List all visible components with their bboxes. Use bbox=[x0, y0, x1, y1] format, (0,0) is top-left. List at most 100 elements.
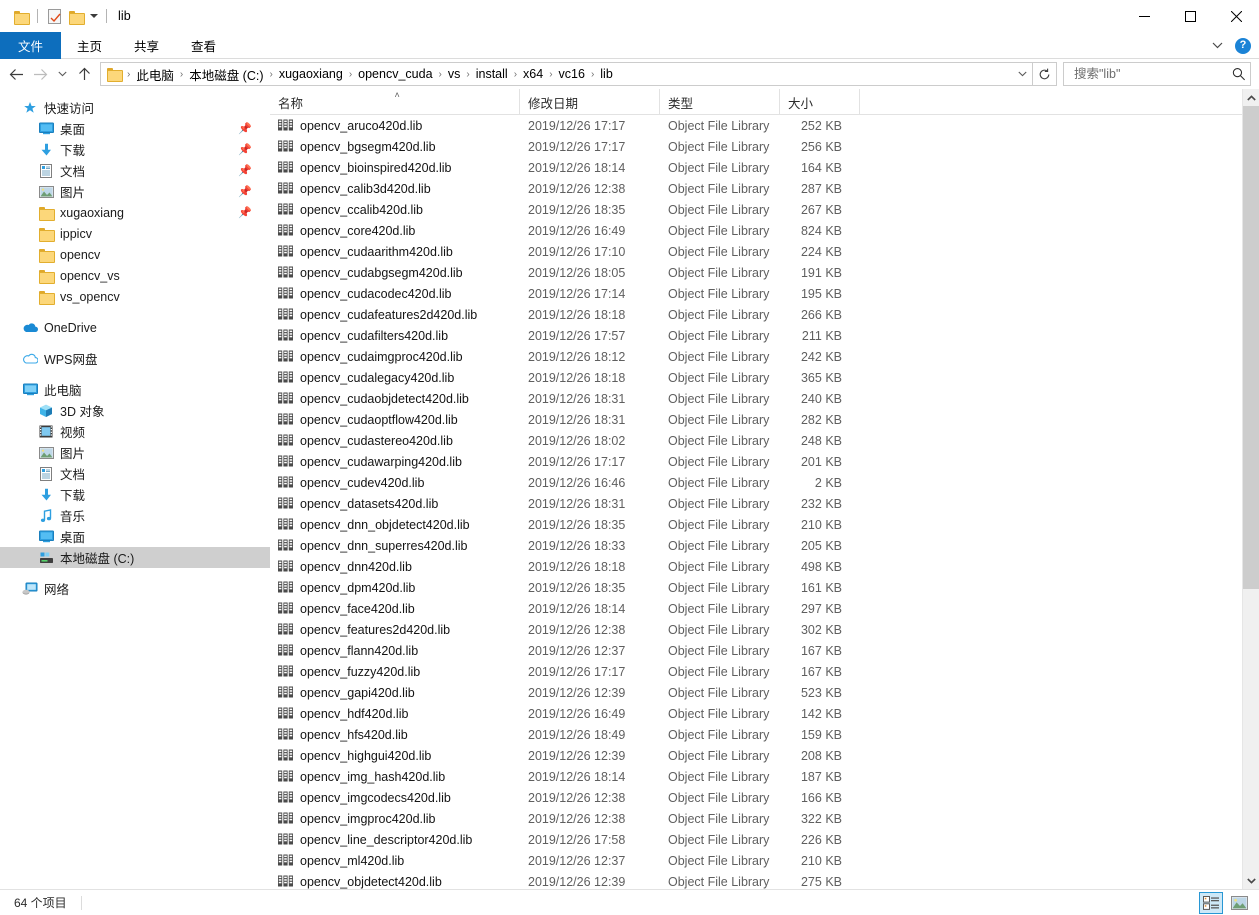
table-row[interactable]: opencv_face420d.lib 2019/12/26 18:14 Objec… bbox=[270, 598, 1259, 619]
table-row[interactable]: opencv_img_hash420d.lib 2019/12/26 18:14 O… bbox=[270, 766, 1259, 787]
minimize-button[interactable] bbox=[1121, 0, 1167, 32]
file-name-cell[interactable]: opencv_ccalib420d.lib bbox=[270, 202, 520, 218]
vertical-scrollbar[interactable] bbox=[1242, 89, 1259, 889]
sidebar-item-documents[interactable]: 文档 📌 bbox=[0, 160, 270, 181]
pin-icon[interactable]: 📌 bbox=[238, 143, 252, 156]
file-name-cell[interactable]: opencv_face420d.lib bbox=[270, 601, 520, 617]
forward-button[interactable] bbox=[28, 62, 52, 86]
file-name-cell[interactable]: opencv_calib3d420d.lib bbox=[270, 181, 520, 197]
table-row[interactable]: opencv_cudaimgproc420d.lib 2019/12/26 18:… bbox=[270, 346, 1259, 367]
file-name-cell[interactable]: opencv_imgcodecs420d.lib bbox=[270, 790, 520, 806]
breadcrumb-item-5[interactable]: install bbox=[472, 67, 512, 81]
column-header-type[interactable]: 类型 bbox=[660, 89, 780, 115]
address-dropdown-button[interactable] bbox=[1012, 63, 1032, 85]
close-button[interactable] bbox=[1213, 0, 1259, 32]
file-name-cell[interactable]: opencv_cudafilters420d.lib bbox=[270, 328, 520, 344]
table-row[interactable]: opencv_cudaarithm420d.lib 2019/12/26 17:1… bbox=[270, 241, 1259, 262]
sidebar-item-xugaoxiang[interactable]: xugaoxiang 📌 bbox=[0, 202, 270, 223]
sidebar-item-onedrive[interactable]: OneDrive bbox=[0, 317, 270, 338]
breadcrumb-item-4[interactable]: vs bbox=[444, 67, 465, 81]
breadcrumb-item-0[interactable]: 此电脑 bbox=[132, 65, 178, 84]
sidebar-item-opencv[interactable]: opencv bbox=[0, 244, 270, 265]
help-icon[interactable]: ? bbox=[1235, 37, 1251, 54]
file-name-cell[interactable]: opencv_hfs420d.lib bbox=[270, 727, 520, 743]
file-rows-container[interactable]: opencv_aruco420d.lib 2019/12/26 17:17 Obje… bbox=[270, 115, 1259, 889]
sidebar-item-desktop[interactable]: 桌面 📌 bbox=[0, 118, 270, 139]
table-row[interactable]: opencv_imgproc420d.lib 2019/12/26 12:38 Ob… bbox=[270, 808, 1259, 829]
qat-open-folder-button[interactable] bbox=[10, 5, 32, 27]
sidebar-item-downloads-pc[interactable]: 下载 bbox=[0, 484, 270, 505]
file-name-cell[interactable]: opencv_cudastereo420d.lib bbox=[270, 433, 520, 449]
sidebar-item-music[interactable]: 音乐 bbox=[0, 505, 270, 526]
qat-customize-dropdown[interactable] bbox=[87, 5, 101, 27]
file-name-cell[interactable]: opencv_fuzzy420d.lib bbox=[270, 664, 520, 680]
table-row[interactable]: opencv_cudabgsegm420d.lib 2019/12/26 18:0… bbox=[270, 262, 1259, 283]
file-name-cell[interactable]: opencv_cudafeatures2d420d.lib bbox=[270, 307, 520, 323]
sidebar-item-desktop-pc[interactable]: 桌面 bbox=[0, 526, 270, 547]
file-name-cell[interactable]: opencv_dnn_superres420d.lib bbox=[270, 538, 520, 554]
column-header-size[interactable]: 大小 bbox=[780, 89, 860, 115]
file-name-cell[interactable]: opencv_ml420d.lib bbox=[270, 853, 520, 869]
sidebar-item-pictures[interactable]: 图片 📌 bbox=[0, 181, 270, 202]
table-row[interactable]: opencv_cudafeatures2d420d.lib 2019/12/26 … bbox=[270, 304, 1259, 325]
large-icons-view-button[interactable] bbox=[1227, 892, 1251, 914]
table-row[interactable]: opencv_cudaoptflow420d.lib 2019/12/26 18:… bbox=[270, 409, 1259, 430]
table-row[interactable]: opencv_cudaobjdetect420d.lib 2019/12/26 1… bbox=[270, 388, 1259, 409]
table-row[interactable]: opencv_fuzzy420d.lib 2019/12/26 17:17 Obje… bbox=[270, 661, 1259, 682]
search-input[interactable] bbox=[1072, 66, 1233, 82]
file-name-cell[interactable]: opencv_features2d420d.lib bbox=[270, 622, 520, 638]
file-name-cell[interactable]: opencv_objdetect420d.lib bbox=[270, 874, 520, 890]
pin-icon[interactable]: 📌 bbox=[238, 164, 252, 177]
address-bar[interactable]: › 此电脑 › 本地磁盘 (C:) › xugaoxiang › opencv_… bbox=[100, 62, 1033, 86]
file-name-cell[interactable]: opencv_gapi420d.lib bbox=[270, 685, 520, 701]
sidebar-item-documents-pc[interactable]: 文档 bbox=[0, 463, 270, 484]
table-row[interactable]: opencv_cudacodec420d.lib 2019/12/26 17:14… bbox=[270, 283, 1259, 304]
table-row[interactable]: opencv_hfs420d.lib 2019/12/26 18:49 Object… bbox=[270, 724, 1259, 745]
tab-home[interactable]: 主页 bbox=[61, 32, 118, 59]
file-name-cell[interactable]: opencv_img_hash420d.lib bbox=[270, 769, 520, 785]
scroll-up-button[interactable] bbox=[1243, 89, 1259, 106]
table-row[interactable]: opencv_aruco420d.lib 2019/12/26 17:17 Obje… bbox=[270, 115, 1259, 136]
table-row[interactable]: opencv_gapi420d.lib 2019/12/26 12:39 Objec… bbox=[270, 682, 1259, 703]
table-row[interactable]: opencv_cudev420d.lib 2019/12/26 16:46 Obje… bbox=[270, 472, 1259, 493]
file-name-cell[interactable]: opencv_cudev420d.lib bbox=[270, 475, 520, 491]
back-button[interactable] bbox=[4, 62, 28, 86]
file-name-cell[interactable]: opencv_cudaobjdetect420d.lib bbox=[270, 391, 520, 407]
table-row[interactable]: opencv_cudastereo420d.lib 2019/12/26 18:0… bbox=[270, 430, 1259, 451]
file-name-cell[interactable]: opencv_aruco420d.lib bbox=[270, 118, 520, 134]
table-row[interactable]: opencv_dnn_superres420d.lib 2019/12/26 18… bbox=[270, 535, 1259, 556]
sidebar-item-downloads[interactable]: 下载 📌 bbox=[0, 139, 270, 160]
column-header-date-modified[interactable]: 修改日期 bbox=[520, 89, 660, 115]
file-name-cell[interactable]: opencv_dpm420d.lib bbox=[270, 580, 520, 596]
details-view-button[interactable] bbox=[1199, 892, 1223, 914]
file-name-cell[interactable]: opencv_cudabgsegm420d.lib bbox=[270, 265, 520, 281]
tab-view[interactable]: 查看 bbox=[175, 32, 232, 59]
table-row[interactable]: opencv_datasets420d.lib 2019/12/26 18:31 O… bbox=[270, 493, 1259, 514]
file-name-cell[interactable]: opencv_datasets420d.lib bbox=[270, 496, 520, 512]
file-name-cell[interactable]: opencv_core420d.lib bbox=[270, 223, 520, 239]
sidebar-item-3d-objects[interactable]: 3D 对象 bbox=[0, 400, 270, 421]
scrollbar-track[interactable] bbox=[1243, 106, 1259, 872]
table-row[interactable]: opencv_ml420d.lib 2019/12/26 12:37 Object … bbox=[270, 850, 1259, 871]
sidebar-item-wps-cloud[interactable]: WPS网盘 bbox=[0, 348, 270, 369]
table-row[interactable]: opencv_line_descriptor420d.lib 2019/12/26… bbox=[270, 829, 1259, 850]
sidebar-item-videos[interactable]: 视频 bbox=[0, 421, 270, 442]
table-row[interactable]: opencv_cudalegacy420d.lib 2019/12/26 18:1… bbox=[270, 367, 1259, 388]
breadcrumb-item-8[interactable]: lib bbox=[596, 67, 617, 81]
file-name-cell[interactable]: opencv_hdf420d.lib bbox=[270, 706, 520, 722]
table-row[interactable]: opencv_hdf420d.lib 2019/12/26 16:49 Object… bbox=[270, 703, 1259, 724]
sidebar-item-ippicv[interactable]: ippicv bbox=[0, 223, 270, 244]
table-row[interactable]: opencv_highgui420d.lib 2019/12/26 12:39 Ob… bbox=[270, 745, 1259, 766]
recent-locations-button[interactable] bbox=[52, 62, 72, 86]
table-row[interactable]: opencv_dnn_objdetect420d.lib 2019/12/26 1… bbox=[270, 514, 1259, 535]
pin-icon[interactable]: 📌 bbox=[238, 185, 252, 198]
up-button[interactable] bbox=[72, 62, 96, 86]
file-name-cell[interactable]: opencv_cudalegacy420d.lib bbox=[270, 370, 520, 386]
file-name-cell[interactable]: opencv_flann420d.lib bbox=[270, 643, 520, 659]
file-name-cell[interactable]: opencv_highgui420d.lib bbox=[270, 748, 520, 764]
breadcrumb-item-3[interactable]: opencv_cuda bbox=[354, 67, 436, 81]
breadcrumb-item-7[interactable]: vc16 bbox=[555, 67, 589, 81]
breadcrumb-item-6[interactable]: x64 bbox=[519, 67, 547, 81]
file-name-cell[interactable]: opencv_line_descriptor420d.lib bbox=[270, 832, 520, 848]
sidebar-item-pictures-pc[interactable]: 图片 bbox=[0, 442, 270, 463]
